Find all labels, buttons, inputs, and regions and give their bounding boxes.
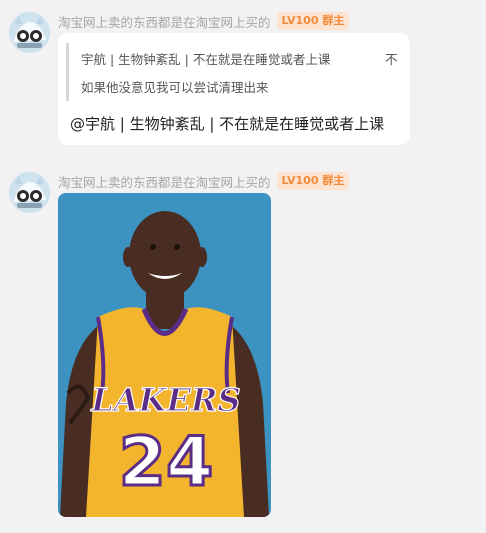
message-bubble[interactable]: 宇航 | 生物钟紊乱 | 不在就是在睡觉或者上课 不 如果他没意见我可以尝试清理…	[58, 33, 410, 145]
jersey-number: 24	[119, 423, 214, 502]
level-badge: LV100 群主	[276, 12, 350, 30]
jersey-wordmark: LAKERS	[90, 381, 240, 419]
sender-avatar[interactable]	[9, 12, 50, 53]
chat-message: 淘宝网上卖的东西都是在淘宝网上买的 LV100 群主 宇航 | 生物钟紊乱 | …	[0, 0, 486, 160]
quote-line: 如果他没意见我可以尝试清理出来	[81, 80, 269, 95]
message-text: @宇航 | 生物钟紊乱 | 不在就是在睡觉或者上课	[70, 115, 385, 133]
chat-message: 淘宝网上卖的东西都是在淘宝网上买的 LV100 群主 LAKERS 24	[0, 166, 486, 533]
quote-text: 宇航 | 生物钟紊乱 | 不在就是在睡觉或者上课	[81, 52, 331, 67]
quote-line: 宇航 | 生物钟紊乱 | 不在就是在睡觉或者上课 不	[81, 49, 398, 68]
sender-name[interactable]: 淘宝网上卖的东西都是在淘宝网上买的	[58, 12, 271, 31]
quoted-message[interactable]: 宇航 | 生物钟紊乱 | 不在就是在睡觉或者上课 不 如果他没意见我可以尝试清理…	[66, 43, 402, 101]
image-message[interactable]: LAKERS 24	[58, 193, 271, 517]
level-badge: LV100 群主	[276, 172, 350, 190]
quote-text-tail: 不	[385, 52, 398, 67]
message-header: 淘宝网上卖的东西都是在淘宝网上买的 LV100 群主	[58, 170, 350, 192]
message-header: 淘宝网上卖的东西都是在淘宝网上买的 LV100 群主	[58, 10, 350, 32]
sender-avatar[interactable]	[9, 172, 50, 213]
sender-name[interactable]: 淘宝网上卖的东西都是在淘宝网上买的	[58, 172, 271, 191]
